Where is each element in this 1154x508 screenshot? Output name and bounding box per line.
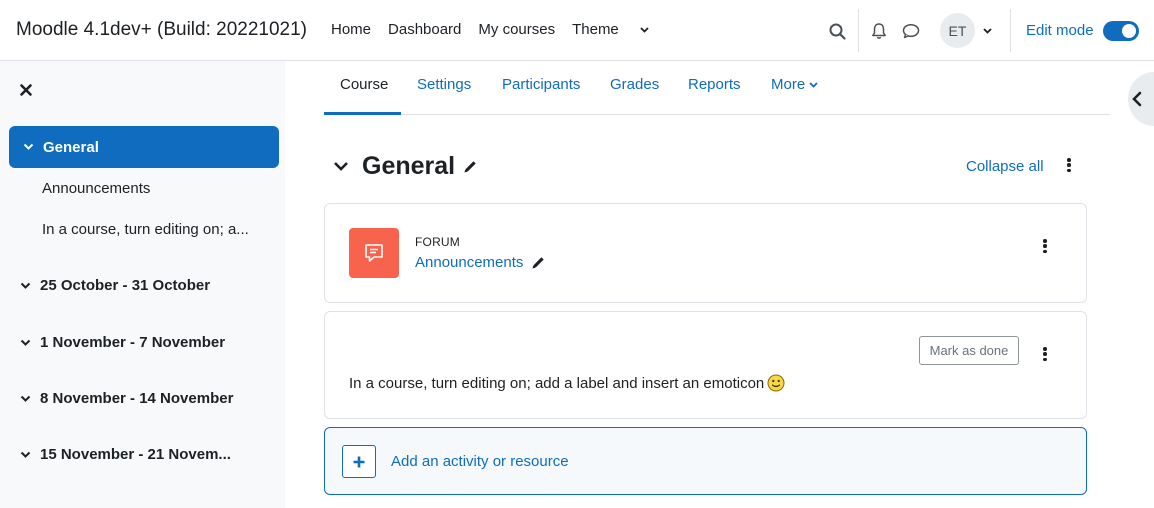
- course-index-section-general[interactable]: General: [9, 126, 279, 168]
- course-index-section-label: 15 November - 21 Novem...: [40, 446, 231, 463]
- edit-pencil-icon[interactable]: [463, 159, 478, 174]
- chevron-down-icon: [640, 26, 649, 33]
- tab-more-label: More: [771, 76, 806, 93]
- nav-theme-label: Theme: [572, 21, 619, 38]
- course-index-section-label: 25 October - 31 October: [40, 277, 211, 294]
- course-index-section-label: 8 November - 14 November: [40, 390, 234, 407]
- primary-navigation: Home Dashboard My courses Theme: [331, 21, 666, 38]
- collapse-section-chevron-icon[interactable]: [333, 161, 349, 172]
- activity-card-forum: FORUM Announcements: [324, 203, 1087, 303]
- navbar-divider: [858, 9, 859, 52]
- nav-home-link[interactable]: Home: [331, 21, 371, 38]
- collapse-all-link[interactable]: Collapse all: [966, 158, 1044, 175]
- section-actions-menu-icon[interactable]: [1066, 158, 1072, 172]
- activity-actions-menu-icon[interactable]: [1042, 239, 1048, 253]
- course-index-item-label[interactable]: In a course, turn editing on; a...: [42, 221, 249, 238]
- chevron-down-icon: [20, 339, 31, 346]
- activity-name: Announcements: [415, 254, 524, 271]
- nav-dashboard-link[interactable]: Dashboard: [388, 21, 461, 38]
- activity-actions-menu-icon[interactable]: [1042, 347, 1048, 361]
- search-icon[interactable]: [827, 21, 847, 41]
- top-navbar: Moodle 4.1dev+ (Build: 20221021) Home Da…: [0, 0, 1154, 61]
- nav-my-courses-link[interactable]: My courses: [478, 21, 555, 38]
- course-index-section[interactable]: 8 November - 14 November: [20, 390, 233, 407]
- tab-more-dropdown[interactable]: More: [771, 76, 818, 93]
- activity-card-label: Mark as done In a course, turn editing o…: [324, 311, 1087, 419]
- tab-settings[interactable]: Settings: [417, 76, 471, 93]
- site-name[interactable]: Moodle 4.1dev+ (Build: 20221021): [16, 19, 307, 41]
- edit-mode-label: Edit mode: [1026, 22, 1094, 39]
- tab-reports[interactable]: Reports: [688, 76, 741, 93]
- course-index-section[interactable]: 1 November - 7 November: [20, 334, 225, 351]
- plus-icon: [342, 445, 376, 478]
- messages-bubble-icon[interactable]: [901, 21, 921, 41]
- chevron-down-icon: [20, 395, 31, 402]
- forum-icon: [349, 228, 399, 278]
- secondary-navigation: Course Settings Participants Grades Repo…: [324, 61, 1110, 115]
- mark-as-done-button[interactable]: Mark as done: [919, 336, 1019, 365]
- edit-pencil-icon[interactable]: [531, 255, 546, 270]
- user-avatar[interactable]: ET: [940, 13, 975, 48]
- course-index-drawer: General Announcements In a course, turn …: [0, 61, 285, 508]
- label-text: In a course, turn editing on; add a labe…: [349, 374, 765, 392]
- tab-course[interactable]: Course: [340, 76, 388, 93]
- section-header: General: [333, 152, 478, 181]
- add-activity-button[interactable]: Add an activity or resource: [324, 427, 1087, 495]
- tab-participants[interactable]: Participants: [502, 76, 580, 93]
- tab-grades[interactable]: Grades: [610, 76, 659, 93]
- user-menu-chevron-down-icon[interactable]: [981, 25, 993, 37]
- navbar-divider: [1010, 9, 1011, 52]
- course-index-section-label: 1 November - 7 November: [40, 334, 226, 351]
- course-index-section[interactable]: 25 October - 31 October: [20, 277, 210, 294]
- chevron-left-icon: [1132, 91, 1142, 107]
- chevron-down-icon: [809, 81, 818, 88]
- chevron-down-icon: [23, 143, 34, 150]
- activity-type-label: FORUM: [415, 235, 460, 249]
- active-tab-indicator: [324, 112, 401, 115]
- notifications-bell-icon[interactable]: [869, 21, 889, 41]
- toggle-knob: [1122, 24, 1136, 38]
- chevron-down-icon: [20, 451, 31, 458]
- open-block-drawer-button[interactable]: [1128, 72, 1154, 126]
- activity-name-link[interactable]: Announcements: [415, 254, 546, 271]
- smiley-emoticon-icon: [767, 374, 785, 392]
- section-title: General: [362, 152, 456, 180]
- course-index-item-announcements[interactable]: Announcements: [42, 180, 150, 197]
- label-content: In a course, turn editing on; add a labe…: [349, 374, 785, 392]
- edit-mode-toggle[interactable]: [1103, 21, 1139, 41]
- add-activity-label: Add an activity or resource: [391, 453, 569, 470]
- chevron-down-icon: [20, 282, 31, 289]
- course-index-section-label: General: [43, 138, 99, 156]
- close-drawer-icon[interactable]: [19, 83, 33, 102]
- nav-theme-dropdown[interactable]: Theme: [572, 21, 649, 38]
- course-index-section[interactable]: 15 November - 21 Novem...: [20, 446, 231, 463]
